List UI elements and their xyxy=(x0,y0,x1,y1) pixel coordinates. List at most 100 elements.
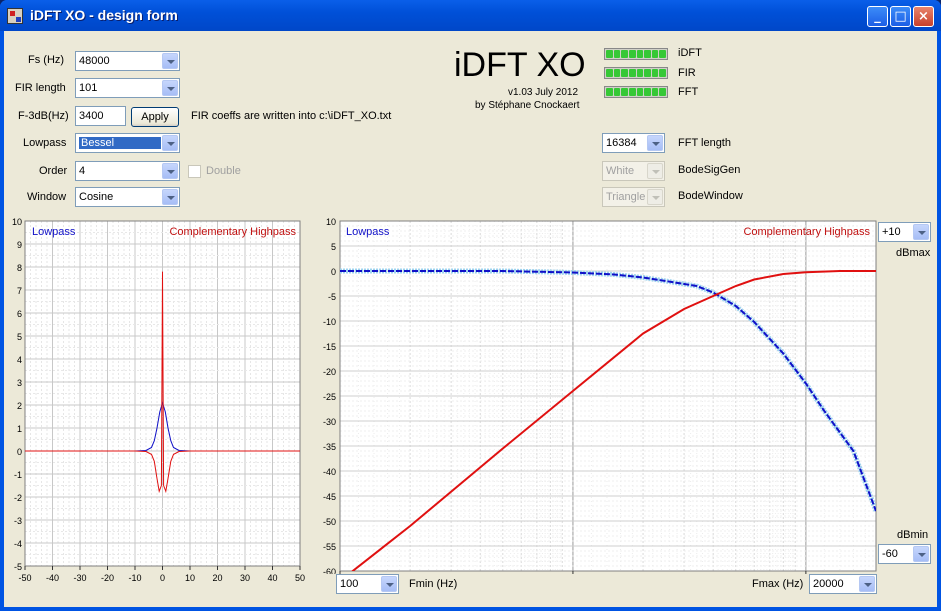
window-label: Window xyxy=(27,191,67,203)
fir-progress-indicator xyxy=(604,67,668,79)
impulse-y-tick-label: 0 xyxy=(17,447,22,457)
chevron-down-icon[interactable] xyxy=(913,546,929,562)
app-title: iDFT XO xyxy=(454,46,586,84)
app-window: iDFT XO - design form _ □ × Fs (Hz) 4800… xyxy=(0,0,941,611)
impulse-x-tick-label: -50 xyxy=(18,573,31,583)
fmin-value: 100 xyxy=(340,578,359,590)
impulse-y-tick-label: -1 xyxy=(14,470,22,480)
impulse-y-tick-label: 4 xyxy=(17,355,22,365)
chevron-down-icon[interactable] xyxy=(162,53,178,69)
bode-y-tick-label: -15 xyxy=(323,342,336,352)
bode-y-tick-label: -10 xyxy=(323,317,336,327)
bode-window-combo[interactable]: Triangle xyxy=(602,187,665,207)
impulse-x-tick-label: 10 xyxy=(185,573,195,583)
idft-indicator-label: iDFT xyxy=(678,47,702,59)
fmax-label: Fmax (Hz) xyxy=(752,578,804,590)
impulse-y-tick-label: -2 xyxy=(14,493,22,503)
lowpass-type-combo[interactable]: Bessel xyxy=(75,133,180,153)
fmax-combo[interactable]: 20000 xyxy=(809,574,877,594)
chevron-down-icon[interactable] xyxy=(647,163,663,179)
bode-chart[interactable]: 1050-5-10-15-20-25-30-35-40-45-50-55-60 … xyxy=(309,216,879,574)
impulse-x-tick-label: -40 xyxy=(46,573,59,583)
fmin-combo[interactable]: 100 xyxy=(336,574,399,594)
impulse-y-tick-label: 5 xyxy=(17,332,22,342)
fmax-value: 20000 xyxy=(813,578,844,590)
bode-y-tick-label: -20 xyxy=(323,367,336,377)
impulse-legend-lowpass: Lowpass xyxy=(32,226,76,238)
window-title: iDFT XO - design form xyxy=(30,7,178,23)
apply-button[interactable]: Apply xyxy=(131,107,179,127)
impulse-x-tick-label: 0 xyxy=(160,573,165,583)
fs-combo-value: 48000 xyxy=(79,55,110,67)
dbmin-label: dBmin xyxy=(897,529,929,541)
bode-y-tick-label: -30 xyxy=(323,417,336,427)
fir-indicator-label: FIR xyxy=(678,67,696,79)
bode-siggen-combo[interactable]: White xyxy=(602,161,665,181)
window-combo[interactable]: Cosine xyxy=(75,187,180,207)
chevron-down-icon[interactable] xyxy=(647,189,663,205)
fft-progress-indicator xyxy=(604,86,668,98)
bode-window-value: Triangle xyxy=(606,191,646,203)
fs-combo[interactable]: 48000 xyxy=(75,51,180,71)
impulse-y-tick-label: 2 xyxy=(17,401,22,411)
f3db-input[interactable]: 3400 xyxy=(75,106,126,126)
bode-window-label: BodeWindow xyxy=(678,190,743,202)
impulse-y-tick-label: -5 xyxy=(14,562,22,572)
impulse-x-tick-label: -10 xyxy=(128,573,141,583)
impulse-y-tick-label: 6 xyxy=(17,309,22,319)
impulse-x-tick-label: 30 xyxy=(240,573,250,583)
dbmax-value: +10 xyxy=(882,226,901,238)
dbmax-label: dBmax xyxy=(896,247,931,259)
impulse-x-tick-label: 40 xyxy=(267,573,277,583)
impulse-response-chart[interactable]: 109876543210-1-2-3-4-5-50 -40 -30 -20 -10 0 10… xyxy=(4,216,309,591)
lowpass-label: Lowpass xyxy=(23,137,67,149)
chevron-down-icon[interactable] xyxy=(162,189,178,205)
author-text: by Stéphane Cnockaert xyxy=(475,100,580,111)
bode-y-tick-label: -60 xyxy=(323,567,336,574)
fft-length-value: 16384 xyxy=(606,137,637,149)
bode-y-tick-label: -25 xyxy=(323,392,336,402)
version-text: v1.03 July 2012 xyxy=(508,87,579,98)
bode-y-tick-label: 5 xyxy=(331,242,336,252)
chevron-down-icon[interactable] xyxy=(162,80,178,96)
idft-progress-indicator xyxy=(604,48,668,60)
fir-length-combo[interactable]: 101 xyxy=(75,78,180,98)
minimize-button[interactable]: _ xyxy=(867,6,888,27)
bode-y-tick-label: -55 xyxy=(323,542,336,552)
impulse-y-tick-label: 7 xyxy=(17,286,22,296)
chevron-down-icon[interactable] xyxy=(647,135,663,151)
lowpass-type-value: Bessel xyxy=(79,137,161,149)
fs-label: Fs (Hz) xyxy=(28,54,65,66)
title-bar[interactable]: iDFT XO - design form _ □ × xyxy=(0,0,941,31)
chevron-down-icon[interactable] xyxy=(381,576,397,592)
app-icon[interactable] xyxy=(7,8,23,24)
impulse-x-tick-label: 20 xyxy=(212,573,222,583)
chevron-down-icon[interactable] xyxy=(162,135,178,151)
maximize-button[interactable]: □ xyxy=(890,6,911,27)
double-checkbox[interactable] xyxy=(188,165,201,178)
order-combo[interactable]: 4 xyxy=(75,161,180,181)
fir-length-label: FIR length xyxy=(15,82,66,94)
chevron-down-icon[interactable] xyxy=(859,576,875,592)
bode-y-tick-label: 0 xyxy=(331,267,336,277)
bode-legend-lowpass: Lowpass xyxy=(346,226,390,238)
impulse-y-tick-label: 3 xyxy=(17,378,22,388)
impulse-x-tick-label: -20 xyxy=(101,573,114,583)
close-button[interactable]: × xyxy=(913,6,934,27)
impulse-y-tick-label: -4 xyxy=(14,539,22,549)
dbmin-combo[interactable]: -60 xyxy=(878,544,931,564)
bode-y-tick-label: -45 xyxy=(323,492,336,502)
bode-y-tick-label: 10 xyxy=(326,217,336,227)
dbmax-combo[interactable]: +10 xyxy=(878,222,931,242)
impulse-y-tick-label: 9 xyxy=(17,240,22,250)
chevron-down-icon[interactable] xyxy=(913,224,929,240)
impulse-y-tick-label: 1 xyxy=(17,424,22,434)
bode-y-tick-label: -40 xyxy=(323,467,336,477)
f3db-label: F-3dB(Hz) xyxy=(18,110,69,122)
impulse-legend-highpass: Complementary Highpass xyxy=(169,226,296,238)
chevron-down-icon[interactable] xyxy=(162,163,178,179)
fft-indicator-label: FFT xyxy=(678,86,699,98)
window-value: Cosine xyxy=(79,191,114,203)
fft-length-combo[interactable]: 16384 xyxy=(602,133,665,153)
bode-y-tick-label: -50 xyxy=(323,517,336,527)
